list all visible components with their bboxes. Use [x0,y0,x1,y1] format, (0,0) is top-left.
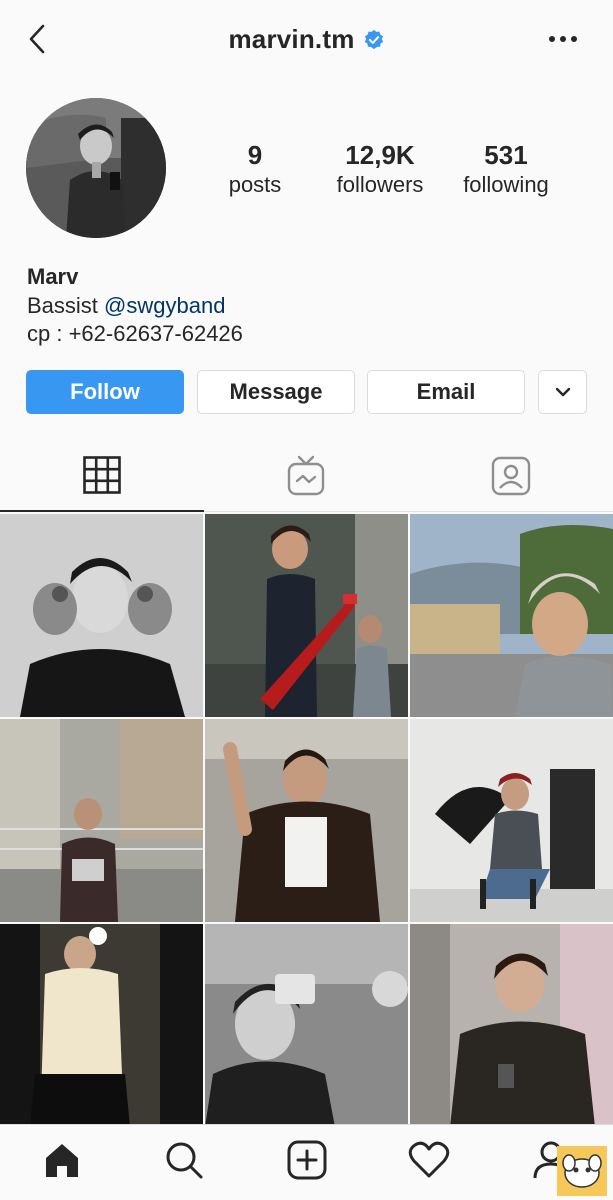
post-thumbnail[interactable] [205,514,408,717]
posts-label: posts [228,172,282,197]
profile-stats: 9 posts 12,9K followers 531 following [210,140,590,204]
tab-grid[interactable] [0,440,204,512]
following-stat[interactable]: 531 following [448,140,564,200]
profile-avatar[interactable] [26,98,166,238]
avatar-image [26,98,166,238]
chevron-down-icon [555,387,570,397]
suggested-accounts-button[interactable] [538,370,587,414]
followers-label: followers [336,172,424,197]
email-button[interactable]: Email [367,370,525,414]
following-count: 531 [484,140,528,170]
username-header: marvin.tm [0,24,613,55]
bio-role: Bassist [27,293,98,318]
followers-stat[interactable]: 12,9K followers [322,140,438,200]
followers-count: 12,9K [345,140,415,170]
username: marvin.tm [228,24,355,54]
post-thumbnail[interactable] [410,924,613,1127]
bottom-navigation [0,1124,613,1200]
cartoon-sticker-icon [557,1146,607,1196]
post-thumbnail[interactable] [410,514,613,717]
bio-contact: cp : +62-62637-62426 [27,321,243,346]
post-thumbnail[interactable] [205,924,408,1127]
more-horizontal-icon [549,36,577,42]
posts-stat[interactable]: 9 posts [210,140,300,200]
profile-bio: Marv Bassist @swgyband cp : +62-62637-62… [27,262,587,348]
post-thumbnail[interactable] [0,924,203,1127]
post-thumbnail[interactable] [0,719,203,922]
tab-tagged[interactable] [409,440,613,512]
top-bar: marvin.tm [0,0,613,80]
tab-igtv[interactable] [204,440,408,512]
following-label: following [463,172,549,197]
heart-icon [408,1141,450,1178]
profile-tabs [0,440,613,512]
post-thumbnail[interactable] [410,719,613,922]
nav-activity[interactable] [404,1135,454,1185]
igtv-icon [287,455,325,496]
post-thumbnail[interactable] [0,514,203,717]
grid-icon [83,456,121,494]
message-button[interactable]: Message [197,370,355,414]
nav-home[interactable] [37,1135,87,1185]
search-icon [166,1142,203,1179]
sticker-overlay [557,1146,607,1196]
verified-badge-icon [364,29,383,49]
tagged-user-icon [491,456,531,496]
posts-grid [0,514,613,1127]
post-thumbnail[interactable] [205,719,408,922]
nav-search[interactable] [159,1135,209,1185]
nav-new-post[interactable] [282,1135,332,1185]
posts-count: 9 [247,140,263,170]
bio-role-line: Bassist @swgyband [27,292,587,320]
display-name: Marv [27,264,79,289]
profile-actions: Follow Message Email [26,370,587,415]
follow-button[interactable]: Follow [26,370,184,414]
home-icon [46,1144,78,1177]
add-post-icon [287,1140,327,1180]
more-options-button[interactable] [543,24,583,54]
bio-mention-link[interactable]: @swgyband [104,293,225,318]
